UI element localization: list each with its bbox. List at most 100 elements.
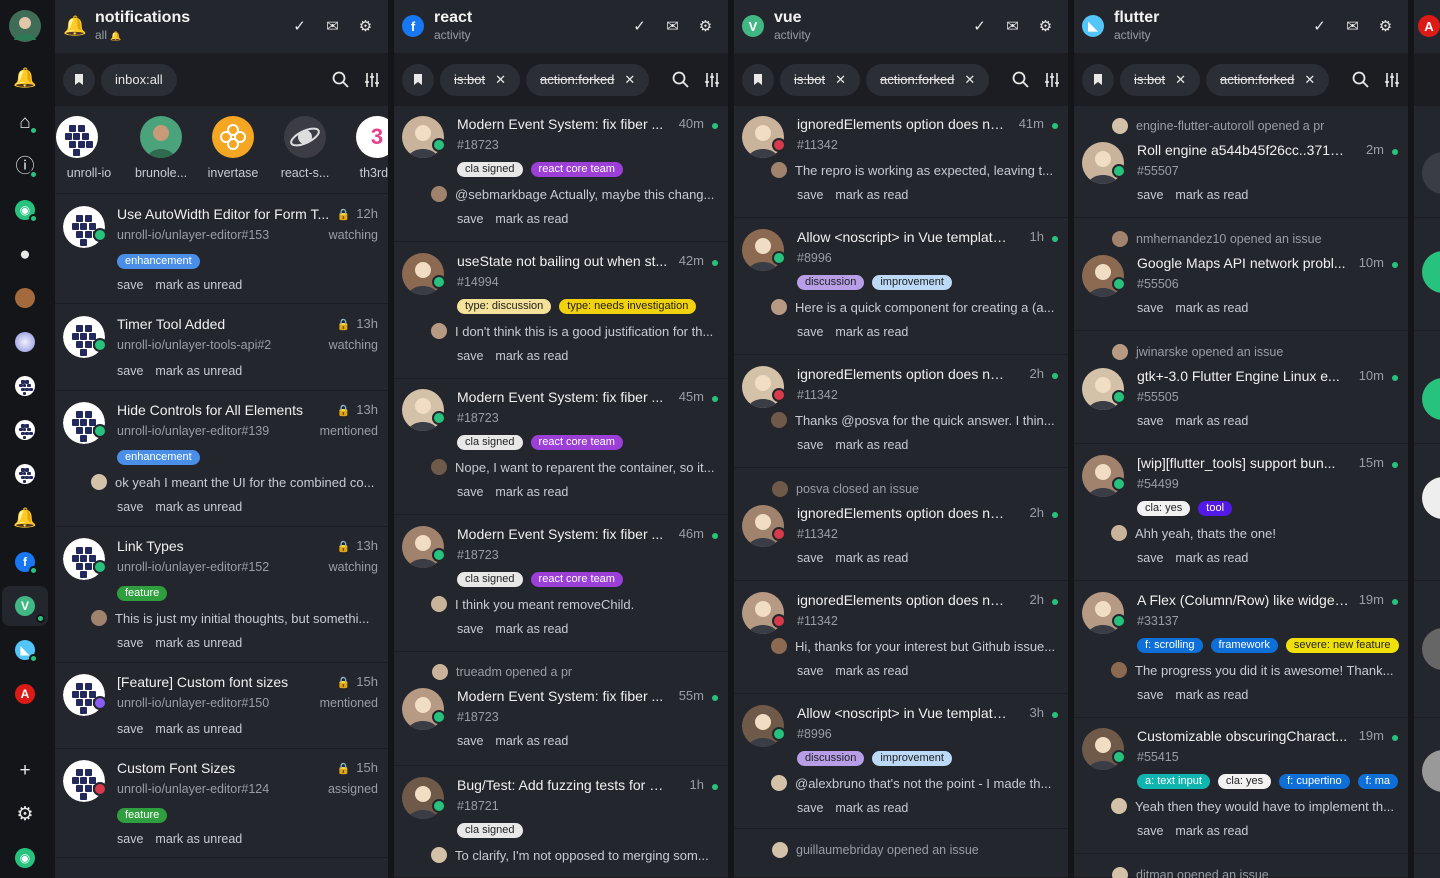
bell-icon-2[interactable]: 🔔 [9, 502, 41, 534]
filter-chip[interactable]: action:forked ✕ [865, 63, 990, 96]
activity-card[interactable]: useState not bailing out when st... 42m #1… [394, 243, 728, 379]
activity-card[interactable]: Allow <noscript> in Vue template... 1h #89… [734, 219, 1068, 355]
save-button[interactable]: save [117, 278, 143, 292]
mark-as-read-button[interactable]: mark as read [835, 801, 908, 815]
inbox-filter-chip[interactable]: inbox:all [101, 63, 177, 96]
person-icon[interactable]: ● [9, 238, 41, 270]
mark-all-read-check-icon[interactable]: ✓ [963, 11, 996, 41]
unroll-org-icon-2[interactable] [9, 414, 41, 446]
save-button[interactable]: save [117, 832, 143, 846]
notification-card[interactable]: [Feature] Custom font sizes 🔒 15h unroll-io… [55, 664, 388, 749]
label-badge[interactable]: cla signed [457, 823, 523, 838]
card-comment[interactable]: This is just my initial thoughts, but so… [91, 610, 381, 626]
label-badge[interactable]: discussion [797, 275, 865, 290]
bell-icon[interactable]: 🔔 [9, 62, 41, 94]
label-badge[interactable]: enhancement [117, 254, 200, 269]
label-badge[interactable]: cla: yes [1217, 774, 1272, 789]
bookmark-icon[interactable] [63, 63, 95, 96]
card-comment[interactable]: Nope, I want to reparent the container, … [431, 459, 719, 475]
label-badge[interactable]: type: discussion [457, 299, 552, 314]
card-comment[interactable]: ok yeah I meant the UI for the combined … [91, 474, 381, 490]
activity-card-partial[interactable] [1414, 332, 1440, 444]
react-repo-icon[interactable]: f [9, 546, 41, 578]
search-icon[interactable] [664, 64, 696, 96]
activity-card[interactable]: Allow <noscript> in Vue template... 3h #89… [734, 695, 1068, 829]
org-filter-2[interactable]: invertase [200, 116, 266, 180]
save-button[interactable]: save [457, 485, 483, 499]
mark-as-unread-button[interactable]: mark as unread [155, 364, 242, 378]
label-badge[interactable]: cla: yes [1137, 501, 1191, 516]
label-badge[interactable]: f: ma [1357, 774, 1399, 789]
mark-all-read-check-icon[interactable]: ✓ [1303, 11, 1336, 41]
mark-as-read-button[interactable]: mark as read [495, 734, 568, 748]
unroll-org-icon[interactable] [9, 370, 41, 402]
remove-filter-icon[interactable]: ✕ [1304, 72, 1315, 88]
filter-chip[interactable]: is:bot ✕ [1120, 63, 1200, 96]
activity-card[interactable]: ditman opened an issue [1074, 855, 1408, 878]
activity-card[interactable]: Bug/Test: Add fuzzing tests for Re... 1h #… [394, 767, 728, 878]
mark-as-unread-button[interactable]: mark as unread [155, 832, 242, 846]
label-badge[interactable]: feature [117, 808, 168, 823]
label-badge[interactable]: severe: new feature [1285, 638, 1399, 653]
mail-icon[interactable]: ✉ [316, 11, 349, 41]
user-avatar[interactable] [9, 10, 41, 42]
label-badge[interactable]: a: text input [1137, 774, 1210, 789]
filter-chip[interactable]: action:forked ✕ [1205, 63, 1330, 96]
vue-repo-icon[interactable]: V [2, 586, 48, 626]
flutter-repo-icon[interactable]: ◣ [9, 634, 41, 666]
label-badge[interactable]: cla signed [457, 435, 523, 450]
activity-card[interactable]: guillaumebriday opened an issue [734, 830, 1068, 878]
filter-sliders-icon[interactable] [1376, 64, 1408, 96]
label-badge[interactable]: type: needs investigation [559, 299, 697, 314]
mark-as-read-button[interactable]: mark as read [835, 188, 908, 202]
activity-card-partial[interactable] [1414, 219, 1440, 331]
notification-card[interactable]: Hide Controls for All Elements 🔒 13h unroll… [55, 392, 388, 527]
unroll-org-icon-3[interactable] [9, 458, 41, 490]
save-button[interactable]: save [797, 664, 823, 678]
save-button[interactable]: save [1137, 188, 1163, 202]
settings-icon[interactable]: ⚙ [9, 798, 41, 830]
label-badge[interactable]: improvement [872, 275, 952, 290]
activity-card[interactable]: engine-flutter-autoroll opened a pr Roll … [1074, 106, 1408, 218]
org-filter-1[interactable]: brunole... [128, 116, 194, 180]
mark-as-read-button[interactable]: mark as read [495, 349, 568, 363]
mark-as-read-button[interactable]: mark as read [495, 622, 568, 636]
avatar-photo-icon[interactable] [9, 282, 41, 314]
search-icon[interactable] [324, 64, 356, 96]
bot-icon[interactable]: ◉ [9, 194, 41, 226]
filter-chip[interactable]: action:forked ✕ [525, 63, 650, 96]
mark-as-unread-button[interactable]: mark as unread [155, 278, 242, 292]
save-button[interactable]: save [117, 722, 143, 736]
gear-icon[interactable]: ⚙ [689, 11, 722, 41]
mark-as-read-button[interactable]: mark as read [1175, 188, 1248, 202]
org-filter-0[interactable]: unroll-io [56, 116, 122, 180]
bookmark-icon[interactable] [402, 63, 434, 96]
card-comment[interactable]: The progress you did it is awesome! Than… [1111, 662, 1399, 678]
save-button[interactable]: save [797, 801, 823, 815]
activity-card-partial[interactable] [1414, 445, 1440, 581]
org-filter-3[interactable]: react-s... [272, 116, 338, 180]
save-button[interactable]: save [457, 734, 483, 748]
mark-as-read-button[interactable]: mark as read [495, 212, 568, 226]
remove-filter-icon[interactable]: ✕ [1175, 72, 1186, 88]
mark-as-read-button[interactable]: mark as read [835, 664, 908, 678]
label-badge[interactable]: cla signed [457, 162, 523, 177]
save-button[interactable]: save [457, 212, 483, 226]
mark-as-read-button[interactable]: mark as read [1175, 688, 1248, 702]
save-button[interactable]: save [117, 364, 143, 378]
save-button[interactable]: save [797, 551, 823, 565]
label-badge[interactable]: react core team [530, 162, 623, 177]
card-comment[interactable]: Yeah then they would have to implement t… [1111, 798, 1399, 814]
activity-card[interactable]: nmhernandez10 opened an issue Google Maps… [1074, 219, 1408, 331]
add-column-icon[interactable]: + [9, 754, 41, 786]
gear-icon[interactable]: ⚙ [1029, 11, 1062, 41]
gear-icon[interactable]: ⚙ [1369, 11, 1402, 41]
save-button[interactable]: save [457, 349, 483, 363]
gear-icon[interactable]: ⚙ [349, 11, 382, 41]
activity-card[interactable]: Modern Event System: fix fiber ... 40m #18… [394, 106, 728, 242]
mark-as-unread-button[interactable]: mark as unread [155, 636, 242, 650]
card-comment[interactable]: @alexbruno that's not the point - I made… [771, 775, 1059, 791]
filter-chip[interactable]: is:bot ✕ [440, 63, 520, 96]
label-badge[interactable]: tool [1198, 501, 1233, 516]
bookmark-icon[interactable] [742, 63, 774, 96]
